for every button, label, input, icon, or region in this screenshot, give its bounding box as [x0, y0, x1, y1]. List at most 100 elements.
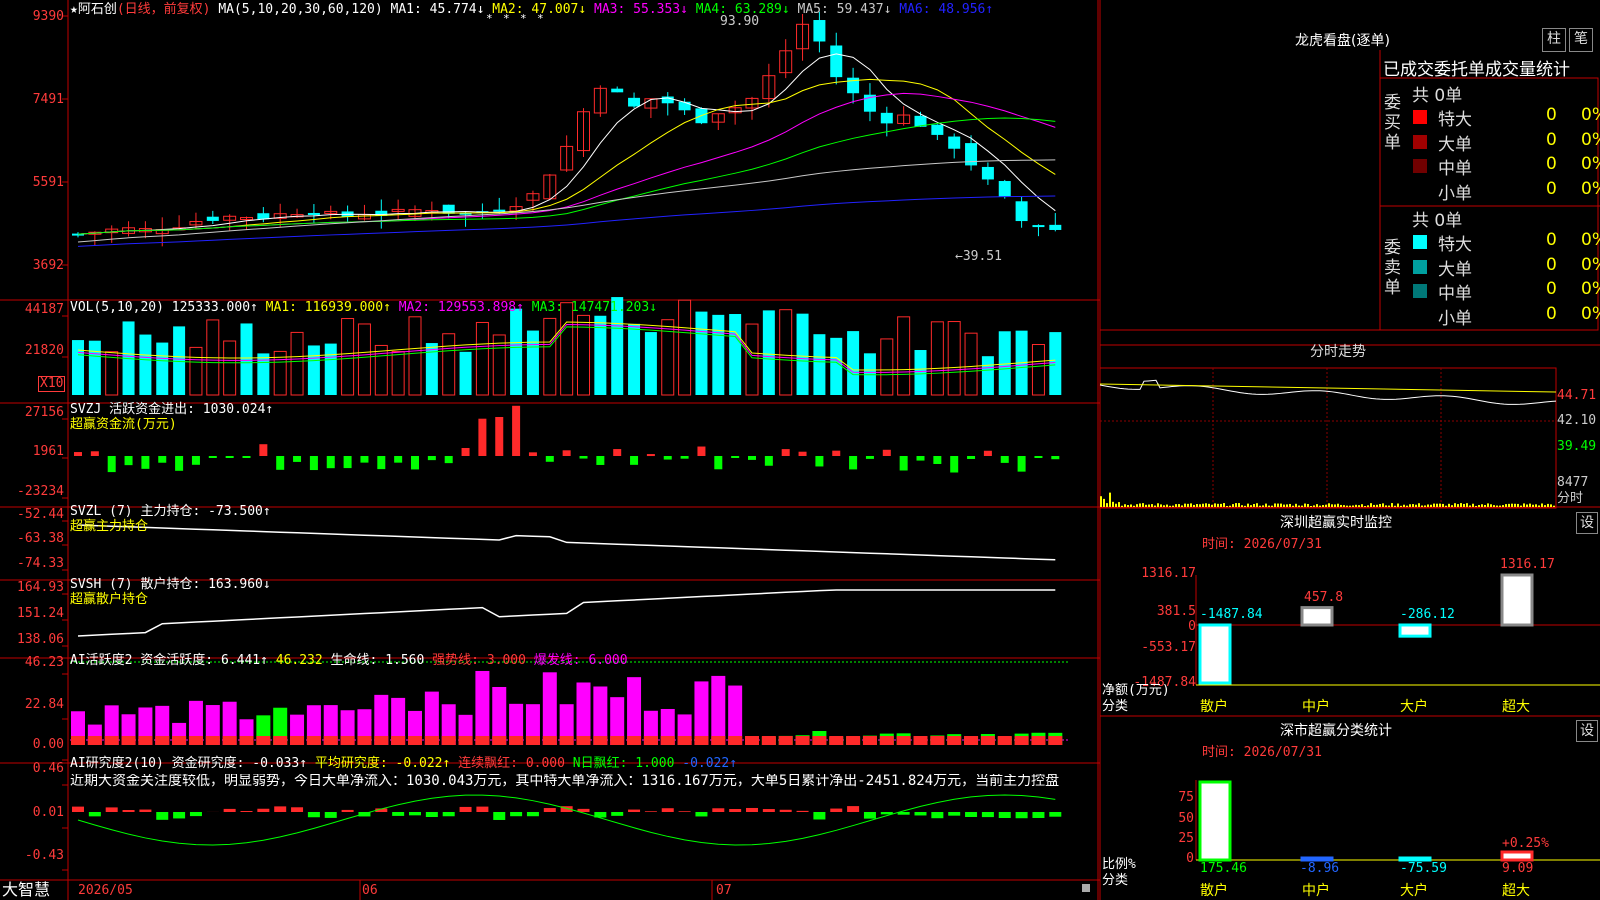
- volume-bar: [273, 350, 287, 396]
- activity-bar: [475, 670, 490, 745]
- ma-value: MA5: 59.437↓: [789, 2, 892, 17]
- activity-base: [188, 736, 203, 745]
- candle-body: [981, 166, 994, 180]
- buy-total: 共 0单: [1412, 86, 1463, 106]
- bar-value-label: 457.8: [1304, 590, 1344, 605]
- activity-base: [475, 736, 490, 745]
- flow-bar: [1051, 456, 1060, 460]
- main-header: ★阿石创(日线，前复权) MA(5,10,20,30,60,120) MA1: …: [70, 3, 993, 17]
- intraday-volume-bar: [1211, 504, 1213, 507]
- volume-bar: [425, 343, 438, 395]
- intraday-volume-bar: [1118, 502, 1120, 507]
- ma-line: [77, 159, 1056, 243]
- activity-base: [980, 736, 995, 745]
- candle-body: [628, 97, 641, 107]
- intraday-volume-bar: [1112, 501, 1114, 507]
- ma-value: MA1: 45.774↓: [390, 2, 485, 17]
- sell-total: 共 0单: [1412, 211, 1463, 231]
- intraday-volume-bar: [1403, 504, 1405, 507]
- bar-view-button[interactable]: 柱: [1542, 28, 1566, 52]
- svzl-title: SVZL (7) 主力持仓: -73.500↑: [70, 504, 271, 519]
- volume-bar: [475, 321, 489, 396]
- candle-body: [813, 20, 826, 42]
- research-bar: [661, 808, 674, 812]
- intraday-volume-bar: [1127, 505, 1129, 507]
- stock-name[interactable]: 阿石创: [78, 2, 117, 17]
- volume-bar: [1031, 344, 1045, 396]
- volume-ma-line: [77, 326, 1056, 376]
- research-bar: [526, 812, 539, 817]
- volume-bar: [779, 309, 793, 396]
- bar-value-label: -286.12: [1400, 607, 1455, 622]
- intraday-volume-bar: [1442, 503, 1444, 507]
- research-bar: [931, 812, 944, 819]
- activity-base: [1048, 736, 1063, 745]
- research-bar: [863, 812, 876, 819]
- research-bar: [1049, 812, 1062, 817]
- order-color-swatch: [1413, 259, 1427, 274]
- svsh-y-tick: 151.24: [17, 606, 64, 621]
- flow-bar: [731, 456, 740, 458]
- intraday-volume-bar: [1178, 504, 1180, 507]
- research-bar: [998, 812, 1011, 819]
- intraday-volume-bar: [1346, 505, 1348, 507]
- sz-monitor-y-tick: 0: [1188, 619, 1196, 634]
- activity-base: [155, 736, 170, 745]
- volume-bar: [173, 326, 186, 395]
- intraday-volume-bar: [1469, 505, 1471, 507]
- dragon-header: 已成交委托单成交量统计: [1383, 60, 1570, 80]
- tick-view-button[interactable]: 笔: [1569, 28, 1593, 52]
- flow-bar: [697, 446, 706, 456]
- intraday-volume-bar: [1433, 503, 1435, 507]
- research-bar: [189, 812, 202, 817]
- research-bar: [493, 812, 506, 820]
- research-bar: [307, 812, 320, 818]
- flow-bar: [90, 451, 99, 456]
- research-bar: [746, 807, 758, 812]
- order-row-pct: 0%: [1581, 279, 1600, 299]
- research-bar: [291, 807, 304, 812]
- category-label: 超大: [1502, 699, 1530, 715]
- kline-chart-area[interactable]: * * * * ★阿石创(日线，前复权) MA(5,10,20,30,60,120) …: [0, 0, 1100, 900]
- activity-base: [913, 736, 928, 745]
- flow-bar: [849, 456, 858, 470]
- lock-icon[interactable]: [1082, 884, 1090, 892]
- intraday-volume-bar: [1553, 505, 1555, 507]
- class-bar: [1398, 856, 1432, 862]
- volume-bar: [863, 353, 876, 395]
- ma-value: MA2: 47.007↓: [484, 2, 587, 17]
- ai2-header: AI研究度2(10) 资金研究度: -0.033↑ 平均研究度: -0.022↑…: [70, 756, 738, 771]
- flow-bar: [293, 456, 302, 462]
- intraday-volume-bar: [1103, 498, 1105, 507]
- volume-bar: [644, 332, 657, 395]
- period-label: (日线，前复权): [116, 2, 211, 17]
- activity-bar: [694, 681, 709, 745]
- order-row-count: 0: [1546, 303, 1557, 324]
- sz-monitor-settings-button[interactable]: 设: [1576, 512, 1598, 534]
- activity-base: [593, 736, 608, 745]
- flow-bar: [394, 456, 403, 463]
- flow-bar: [411, 456, 419, 470]
- intraday-y-tick: 39.49: [1557, 439, 1597, 454]
- volume-bar: [998, 331, 1011, 395]
- intraday-frame: [1099, 367, 1557, 509]
- volume-bar: [847, 331, 860, 395]
- intraday-volume-bar: [1109, 492, 1111, 507]
- flow-bar: [242, 456, 251, 458]
- svzl-sub: 超赢主力持仓: [70, 519, 149, 534]
- intraday-volume-bar: [1463, 503, 1465, 507]
- intraday-volume-bar: [1343, 505, 1345, 507]
- intraday-volume-bar: [1391, 503, 1393, 507]
- volume-bar: [290, 331, 304, 396]
- volume-bar: [156, 342, 169, 395]
- research-bar: [257, 808, 270, 812]
- intraday-volume-bar: [1538, 505, 1540, 507]
- flow-bar: [1000, 456, 1009, 463]
- research-bar: [105, 807, 118, 812]
- intraday-volume-bar: [1157, 503, 1159, 507]
- flow-bar: [916, 456, 925, 461]
- intraday-volume-bar: [1274, 503, 1276, 507]
- research-bar: [1015, 812, 1028, 819]
- sz-class-settings-button[interactable]: 设: [1576, 720, 1598, 742]
- volume-bar: [729, 314, 742, 395]
